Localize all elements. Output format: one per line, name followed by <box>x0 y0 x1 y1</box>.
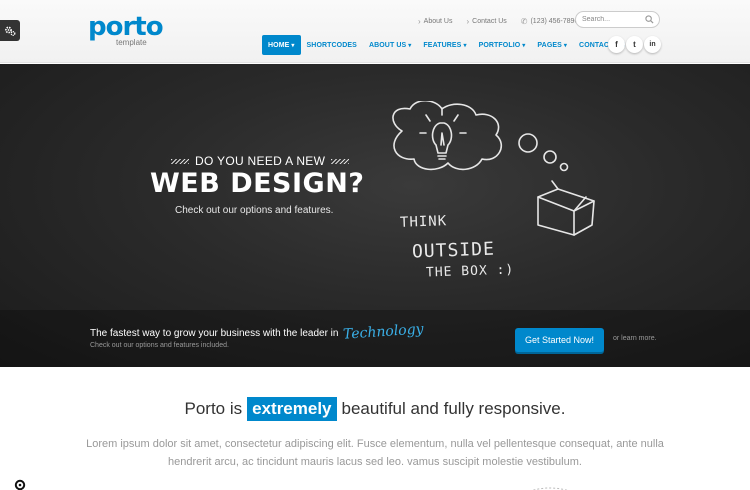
headline-highlight: extremely <box>247 397 337 421</box>
hero-tag-text: DO YOU NEED A NEW <box>195 154 326 168</box>
logo-sub: template <box>116 38 147 47</box>
nav-pages-label: PAGES <box>537 41 562 49</box>
nav-shortcodes-label: SHORTCODES <box>306 41 357 49</box>
page-headline: Porto is extremely beautiful and fully r… <box>0 397 750 421</box>
phone-label: (123) 456-7890 <box>530 17 579 25</box>
chevron-down-icon: ▾ <box>408 42 412 49</box>
hero-subtitle: Check out our options and features. <box>175 205 334 216</box>
phone-icon: ✆ <box>520 16 528 26</box>
headline-pre: Porto is <box>184 399 243 418</box>
chevron-down-icon: ▾ <box>291 42 295 49</box>
learn-more-link[interactable]: or learn more. <box>613 335 657 342</box>
nav-pages[interactable]: PAGES ▾ <box>531 35 573 55</box>
nav-about-us-label: ABOUT US <box>368 41 407 49</box>
tagline-script: Technology <box>343 321 425 343</box>
dashed-arc-decoration <box>532 487 568 490</box>
top-links: › About Us › Contact Us ✆ (123) 456-7890 <box>418 15 578 27</box>
hero-tagline: The fastest way to grow your business wi… <box>90 321 425 343</box>
logo[interactable]: porto template <box>88 13 164 47</box>
contact-us-link[interactable]: › Contact Us <box>466 15 506 27</box>
tagline-text: The fastest way to grow your business wi… <box>90 328 339 339</box>
chalk-think: THINK <box>399 213 448 231</box>
search-box <box>575 11 660 28</box>
hero-banner: DO YOU NEED A NEW WEB DESIGN? Check out … <box>0 64 750 367</box>
logo-word: porto <box>88 12 164 42</box>
nav-features-label: FEATURES <box>423 41 462 49</box>
main-nav: HOME ▾ SHORTCODES ABOUT US ▾ FEATURES ▾ POR… <box>262 35 637 55</box>
chevron-down-icon: ▾ <box>563 42 568 49</box>
chevron-right-icon: › <box>466 16 470 26</box>
nav-portfolio-label: PORTFOLIO <box>478 41 521 49</box>
linkedin-icon[interactable]: in <box>644 36 661 53</box>
search-input[interactable] <box>582 14 642 25</box>
chevron-down-icon: ▾ <box>463 42 467 49</box>
chalk-outside: OUTSIDE <box>411 238 496 263</box>
nav-about-us[interactable]: ABOUT US ▾ <box>363 35 417 55</box>
chevron-down-icon: ▾ <box>522 42 526 49</box>
nav-shortcodes[interactable]: SHORTCODES <box>301 35 363 55</box>
contact-us-label: Contact Us <box>472 17 507 25</box>
hero-tag: DO YOU NEED A NEW <box>171 154 350 168</box>
phone-number: ✆ (123) 456-7890 <box>521 15 579 27</box>
facebook-icon[interactable]: f <box>608 36 625 53</box>
chalk-the-box: THE BOX :) <box>425 262 515 281</box>
get-started-button[interactable]: Get Started Now! <box>515 328 604 352</box>
nav-home[interactable]: HOME ▾ <box>262 35 301 55</box>
nav-home-label: HOME <box>268 41 290 49</box>
stripes-decoration <box>171 158 189 164</box>
intro-paragraph: Lorem ipsum dolor sit amet, consectetur … <box>86 438 664 468</box>
stripes-decoration <box>331 158 350 164</box>
hero-title: WEB DESIGN? <box>150 168 365 199</box>
nav-features[interactable]: FEATURES ▾ <box>417 35 472 55</box>
tagline-small: Check out our options and features inclu… <box>90 342 229 349</box>
ring-icon <box>14 479 26 490</box>
search-icon[interactable] <box>645 15 654 24</box>
style-switcher-button[interactable] <box>0 20 20 41</box>
gears-icon <box>5 26 16 36</box>
about-us-label: About Us <box>423 17 453 25</box>
chevron-right-icon: › <box>418 16 421 26</box>
nav-portfolio[interactable]: PORTFOLIO ▾ <box>473 35 532 55</box>
headline-post: beautiful and fully responsive. <box>341 399 566 418</box>
twitter-icon[interactable]: t <box>626 36 643 53</box>
about-us-link[interactable]: › About Us <box>418 15 452 27</box>
site-header: porto template › About Us › Contact Us ✆… <box>0 0 750 63</box>
